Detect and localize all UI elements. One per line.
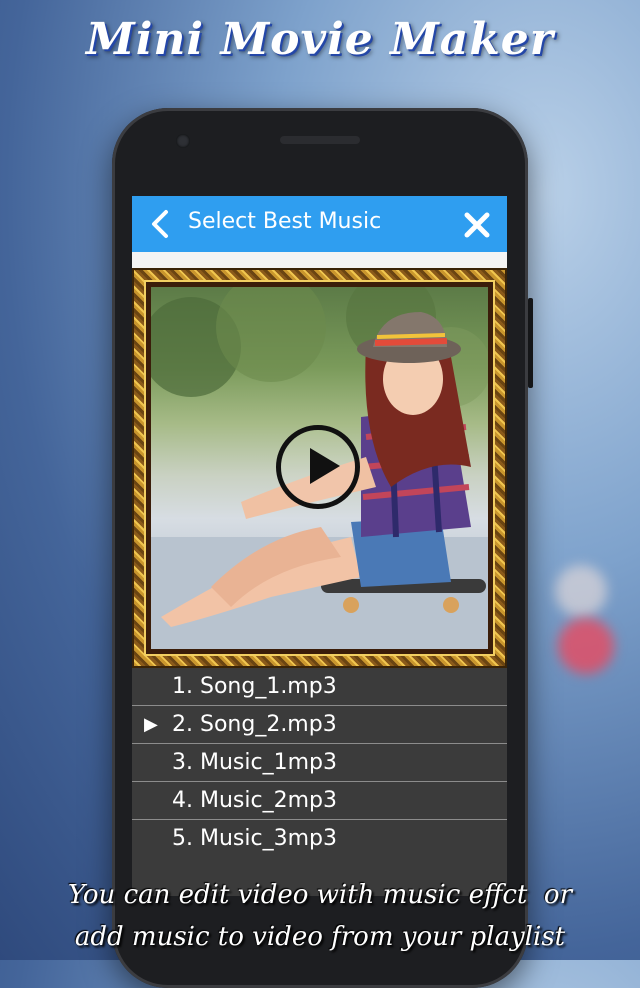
photo-frame <box>132 268 507 668</box>
app-header: Select Best Music <box>132 196 507 252</box>
song-item-4[interactable]: 4. Music_2mp3 <box>132 782 507 820</box>
promo-background: { "promo": { "title": "Mini Movie Maker"… <box>0 0 640 988</box>
phone-camera <box>176 134 190 148</box>
photo-frame-inner <box>146 282 493 654</box>
caption-line-2: add music to video from your playlist <box>74 922 566 952</box>
header-title: Select Best Music <box>188 209 382 234</box>
play-button[interactable] <box>276 425 360 509</box>
app-screen: Select Best Music 1. Song_1.mp3 ▶ 2. Son… <box>132 196 507 896</box>
chevron-left-icon[interactable] <box>146 208 176 240</box>
song-item-3[interactable]: 3. Music_1mp3 <box>132 744 507 782</box>
music-playlist: 1. Song_1.mp3 ▶ 2. Song_2.mp3 3. Music_1… <box>132 668 507 896</box>
promo-title: Mini Movie Maker <box>86 14 554 65</box>
song-item-1[interactable]: 1. Song_1.mp3 <box>132 668 507 706</box>
song-label: 4. Music_2mp3 <box>172 788 337 813</box>
bokeh-light <box>555 565 607 617</box>
bokeh-light <box>558 618 614 674</box>
close-icon[interactable] <box>460 208 494 242</box>
phone-side-button <box>528 298 533 388</box>
song-label: 2. Song_2.mp3 <box>172 712 337 737</box>
song-item-2[interactable]: ▶ 2. Song_2.mp3 <box>132 706 507 744</box>
play-indicator-icon: ▶ <box>144 714 158 735</box>
play-icon <box>310 448 340 484</box>
song-label: 3. Music_1mp3 <box>172 750 337 775</box>
phone-speaker <box>280 136 360 144</box>
song-label: 5. Music_3mp3 <box>172 826 337 851</box>
video-preview-image[interactable] <box>151 287 488 649</box>
song-item-5[interactable]: 5. Music_3mp3 <box>132 820 507 858</box>
song-label: 1. Song_1.mp3 <box>172 674 337 699</box>
header-divider <box>132 252 507 269</box>
caption-line-1: You can edit video with music effct or <box>68 880 572 910</box>
promo-caption: You can edit video with music effct or a… <box>0 874 640 958</box>
